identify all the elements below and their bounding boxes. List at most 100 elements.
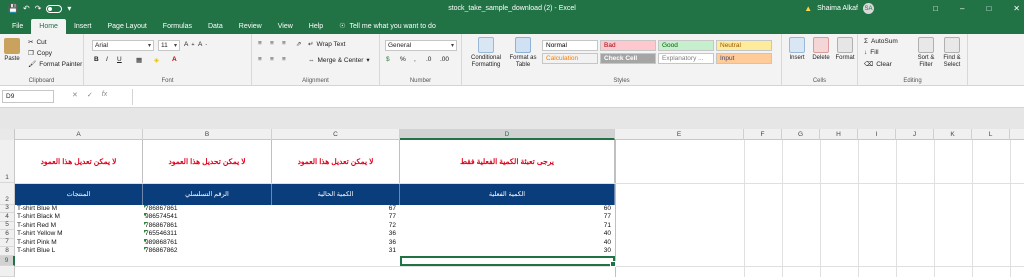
cell-actual-qty[interactable]: 40 (400, 239, 613, 247)
minimize-icon[interactable]: – (960, 4, 964, 13)
cell-style-check-cell[interactable]: Check Cell (600, 53, 656, 64)
cell-style-input[interactable]: Input (716, 53, 772, 64)
clear-button[interactable]: ⌫ Clear (864, 60, 892, 69)
number-format-select[interactable]: General ▾ (385, 40, 457, 51)
cell-actual-qty[interactable]: 77 (400, 213, 613, 221)
ribbon-display-icon[interactable]: □ (933, 4, 938, 13)
align-top-icon[interactable]: ≡ (258, 40, 262, 47)
header-products[interactable]: المنتجات (15, 183, 143, 205)
cell-current-qty[interactable]: 67 (272, 205, 398, 213)
cell-current-qty[interactable]: 72 (272, 222, 398, 230)
cell-grid[interactable]: لا يمكن تعديل هذا العمود لا يمكن تحديل ه… (15, 140, 1024, 277)
cell-style-calculation[interactable]: Calculation (542, 53, 598, 64)
header-actual-qty[interactable]: الكمية الفعلية (400, 183, 615, 205)
cell-actual-qty[interactable]: 40 (400, 230, 613, 238)
cell-style-explanatory[interactable]: Explanatory ... (658, 53, 714, 64)
underline-button[interactable]: U (117, 56, 122, 63)
cell-actual-qty[interactable]: 30 (400, 247, 613, 255)
avatar[interactable]: SA (863, 3, 874, 14)
borders-icon[interactable]: ▦ (136, 56, 142, 64)
column-header-k[interactable]: K (934, 129, 972, 140)
shrink-font-button[interactable]: A- (198, 41, 207, 48)
grow-font-button[interactable]: A + (184, 41, 195, 48)
cell-style-good[interactable]: Good (658, 40, 714, 51)
row-header-9[interactable]: 9 (0, 256, 15, 266)
column-header-c[interactable]: C (272, 129, 400, 140)
tell-me-search[interactable]: ☉ Tell me what you want to do (331, 19, 444, 34)
header-serial[interactable]: الرقم التسلسلي (143, 183, 272, 205)
format-as-table-button[interactable]: Format as Table (508, 37, 538, 69)
cell-current-qty[interactable]: 36 (272, 230, 398, 238)
autosum-button[interactable]: Σ AutoSum (864, 38, 898, 45)
row-header-3[interactable]: 3 (0, 204, 15, 213)
percent-icon[interactable]: % (400, 56, 406, 63)
cancel-icon[interactable]: ✕ (72, 91, 78, 99)
header-current-qty[interactable]: الكمية الحالية (272, 183, 400, 205)
cell-actual-qty[interactable]: 71 (400, 222, 613, 230)
tab-review[interactable]: Review (231, 19, 270, 34)
wrap-text-button[interactable]: ↵ Wrap Text (308, 40, 345, 49)
cell-current-qty[interactable]: 36 (272, 239, 398, 247)
bold-button[interactable]: B (94, 56, 99, 63)
tab-view[interactable]: View (270, 19, 301, 34)
column-header-a[interactable]: A (15, 129, 143, 140)
insert-button[interactable]: Insert (786, 37, 808, 62)
enter-icon[interactable]: ✓ (87, 91, 93, 99)
warning-icon[interactable]: ▲ (804, 4, 812, 13)
tab-help[interactable]: Help (301, 19, 331, 34)
column-header-d[interactable]: D (400, 129, 615, 140)
cell-product[interactable]: T-shirt Blue L (17, 247, 141, 255)
select-all-corner[interactable] (0, 129, 15, 140)
align-middle-icon[interactable]: ≡ (270, 40, 274, 47)
delete-button[interactable]: Delete (810, 37, 832, 62)
cell-serial[interactable]: 765546311 (145, 230, 270, 238)
cell-actual-qty[interactable]: 60 (400, 205, 613, 213)
row-header-8[interactable]: 8 (0, 247, 15, 256)
comma-icon[interactable]: , (414, 56, 416, 63)
merge-center-button[interactable]: ⇔ Merge & Center ▾ (308, 56, 370, 65)
column-header-g[interactable]: G (782, 129, 820, 140)
tab-file[interactable]: File (4, 19, 31, 34)
cell-product[interactable]: T-shirt Black M (17, 213, 141, 221)
cell-serial[interactable]: 786867861 (145, 205, 270, 213)
cell-style-normal[interactable]: Normal (542, 40, 598, 51)
row-header-2[interactable]: 2 (0, 183, 15, 205)
cell-serial[interactable]: 786867861 (145, 222, 270, 230)
font-name-select[interactable]: Arial ▾ (92, 40, 154, 51)
copy-button[interactable]: ❐ Copy (28, 49, 52, 58)
decrease-decimal-icon[interactable]: .00 (440, 56, 449, 63)
sort-filter-button[interactable]: Sort & Filter (914, 37, 938, 69)
align-right-icon[interactable]: ≡ (282, 56, 286, 63)
column-header-f[interactable]: F (744, 129, 782, 140)
cell-product[interactable]: T-shirt Pink M (17, 239, 141, 247)
formula-input[interactable] (132, 89, 1021, 105)
fill-button[interactable]: ↓ Fill (864, 49, 879, 56)
tab-home[interactable]: Home (31, 19, 66, 34)
column-header-j[interactable]: J (896, 129, 934, 140)
cell-product[interactable]: T-shirt Blue M (17, 205, 141, 213)
currency-icon[interactable]: $ (386, 56, 390, 63)
tab-data[interactable]: Data (200, 19, 231, 34)
user-name[interactable]: Shaima Alkaf (817, 5, 858, 12)
format-button[interactable]: Format (834, 37, 856, 62)
paste-button[interactable]: Paste (4, 38, 20, 63)
fill-color-icon[interactable]: ◈ (154, 56, 159, 64)
cell-style-bad[interactable]: Bad (600, 40, 656, 51)
column-header-l[interactable]: L (972, 129, 1010, 140)
column-header-h[interactable]: H (820, 129, 858, 140)
tab-insert[interactable]: Insert (66, 19, 100, 34)
align-center-icon[interactable]: ≡ (270, 56, 274, 63)
selected-cell-d9[interactable] (400, 256, 616, 267)
row-header-5[interactable]: 5 (0, 221, 15, 230)
italic-button[interactable]: I (106, 56, 108, 63)
fx-icon[interactable]: fx (102, 91, 107, 99)
column-header-i[interactable]: I (858, 129, 896, 140)
orientation-icon[interactable]: ⇗ (296, 40, 301, 48)
name-box[interactable]: D9 (2, 90, 54, 103)
column-header-b[interactable]: B (143, 129, 272, 140)
cut-button[interactable]: ✂ Cut (28, 38, 47, 47)
find-select-button[interactable]: Find & Select (940, 37, 964, 69)
align-left-icon[interactable]: ≡ (258, 56, 262, 63)
format-painter-button[interactable]: 🖌 Format Painter (28, 60, 82, 69)
tab-formulas[interactable]: Formulas (155, 19, 200, 34)
